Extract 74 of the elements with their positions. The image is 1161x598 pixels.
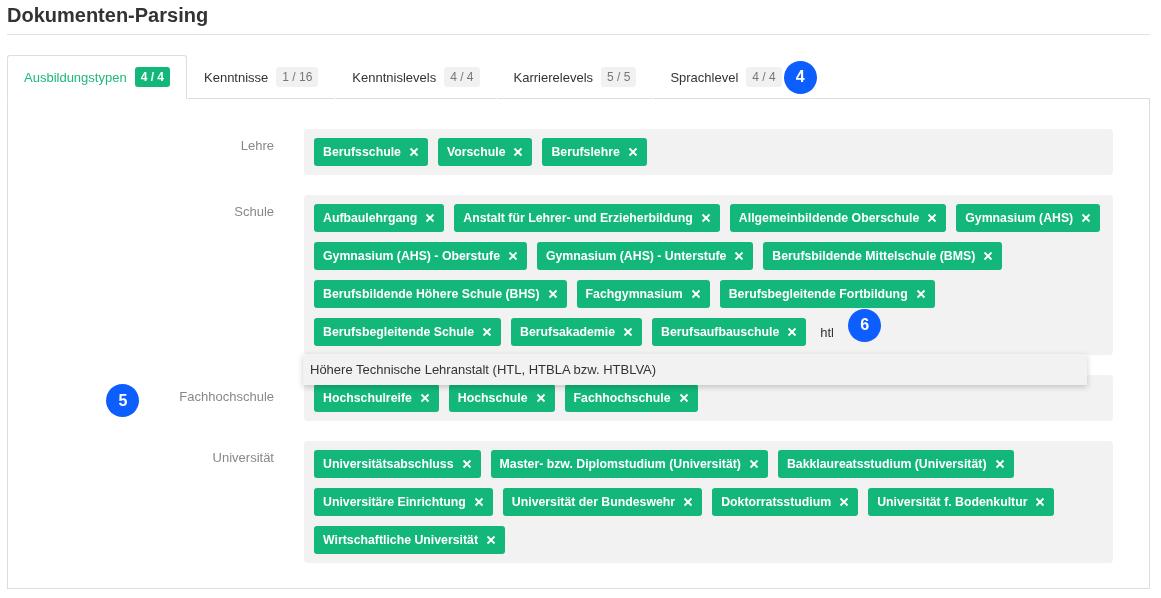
tag-label: Universitäre Einrichtung xyxy=(323,495,466,509)
remove-icon[interactable] xyxy=(787,327,798,337)
tag-label: Fachgymnasium xyxy=(585,287,683,301)
tag-label: Aufbaulehrgang xyxy=(323,211,418,225)
count-badge: 5 / 5 xyxy=(601,67,637,87)
tag-label: Hochschule xyxy=(457,391,528,405)
tag-label: Vorschule xyxy=(446,145,506,159)
tag-label: Berufsschule xyxy=(323,145,401,159)
tag-label: Universität f. Bodenkultur xyxy=(877,495,1028,509)
tag-label: Berufsbildende Höhere Schule (BHS) xyxy=(323,287,540,301)
remove-icon[interactable] xyxy=(461,459,472,469)
remove-icon[interactable] xyxy=(839,497,850,507)
remove-icon[interactable] xyxy=(419,393,430,403)
section-label: Universität xyxy=(212,450,274,465)
tab[interactable]: Kenntnisse 1 / 16 xyxy=(187,55,336,99)
remove-icon[interactable] xyxy=(507,251,518,261)
tag-label: Master- bzw. Diplomstudium (Universität) xyxy=(499,457,741,471)
remove-icon[interactable] xyxy=(678,393,689,403)
tag-label: Doktorratsstudium xyxy=(721,495,832,509)
remove-icon[interactable] xyxy=(482,327,492,337)
tag-label: Berufsakademie xyxy=(520,325,616,339)
tab[interactable]: Karrierelevels 5 / 5 xyxy=(496,55,654,99)
tag-label: Berufsbegleitende Fortbildung xyxy=(728,287,908,301)
tag-label: Bakklaureatsstudium (Universität) xyxy=(786,457,987,471)
tag-label: Universität der Bundeswehr xyxy=(511,495,676,509)
remove-icon[interactable] xyxy=(425,213,436,223)
remove-icon[interactable] xyxy=(700,213,711,223)
callout-marker: 4 xyxy=(783,60,817,94)
remove-icon[interactable] xyxy=(408,147,419,157)
remove-icon[interactable] xyxy=(473,497,484,507)
tag-label: Gymnasium (AHS) - Unterstufe xyxy=(545,249,727,263)
tag-field[interactable] xyxy=(304,441,1113,563)
tag-label: Berufsaufbauschule xyxy=(661,325,780,339)
count-badge: 1 / 16 xyxy=(276,67,319,87)
tag-label: Anstalt für Lehrer- und Erzieherbildung xyxy=(463,211,693,225)
remove-icon[interactable] xyxy=(513,147,524,157)
tag-label: Hochschulreife xyxy=(323,391,412,405)
tag-label: Berufsbildende Mittelschule (BMS) xyxy=(772,249,976,263)
suggestion-option[interactable]: Höhere Technische Lehranstalt (HTL, HTBLA bzw. HTBLVA) xyxy=(303,354,1087,385)
remove-icon[interactable] xyxy=(983,251,994,261)
remove-icon[interactable] xyxy=(1081,213,1092,223)
remove-icon[interactable] xyxy=(690,289,701,299)
tag-label: Gymnasium (AHS) xyxy=(965,211,1074,225)
section-label: Fachhochschule xyxy=(179,389,274,404)
remove-icon[interactable] xyxy=(734,251,745,261)
count-badge: 4 / 4 xyxy=(134,67,170,87)
remove-icon[interactable] xyxy=(915,289,926,299)
section-label: Schule xyxy=(234,204,274,219)
callout-marker: 5 xyxy=(106,384,140,417)
remove-icon[interactable] xyxy=(535,393,546,403)
tag-input[interactable]: htl xyxy=(820,324,843,340)
section-label: Lehre xyxy=(240,138,274,153)
tab[interactable]: Kenntnislevels 4 / 4 xyxy=(335,55,497,99)
remove-icon[interactable] xyxy=(683,497,694,507)
tag-label: Berufslehre xyxy=(551,145,620,159)
tab[interactable]: Sprachlevel 4 / 4 4 xyxy=(653,55,814,99)
page-title: Dokumenten-Parsing xyxy=(7,4,1150,35)
tag-label: Wirtschaftliche Universität xyxy=(323,533,478,547)
tag-label: Universitätsabschluss xyxy=(323,457,454,471)
tag-label: Gymnasium (AHS) - Oberstufe xyxy=(323,249,500,263)
remove-icon[interactable] xyxy=(927,213,938,223)
remove-icon[interactable] xyxy=(547,289,558,299)
remove-icon[interactable] xyxy=(1035,497,1046,507)
remove-icon[interactable] xyxy=(994,459,1005,469)
callout-marker: 6 xyxy=(848,308,882,342)
remove-icon[interactable] xyxy=(623,327,634,337)
remove-icon[interactable] xyxy=(748,459,759,469)
tag-label: Berufsbegleitende Schule xyxy=(323,325,474,339)
tag-label: Allgemeinbildende Oberschule xyxy=(738,211,920,225)
count-badge: 4 / 4 xyxy=(746,67,782,87)
tag-label: Fachhochschule xyxy=(573,391,671,405)
count-badge: 4 / 4 xyxy=(444,67,480,87)
remove-icon[interactable] xyxy=(486,535,496,545)
remove-icon[interactable] xyxy=(627,147,638,157)
